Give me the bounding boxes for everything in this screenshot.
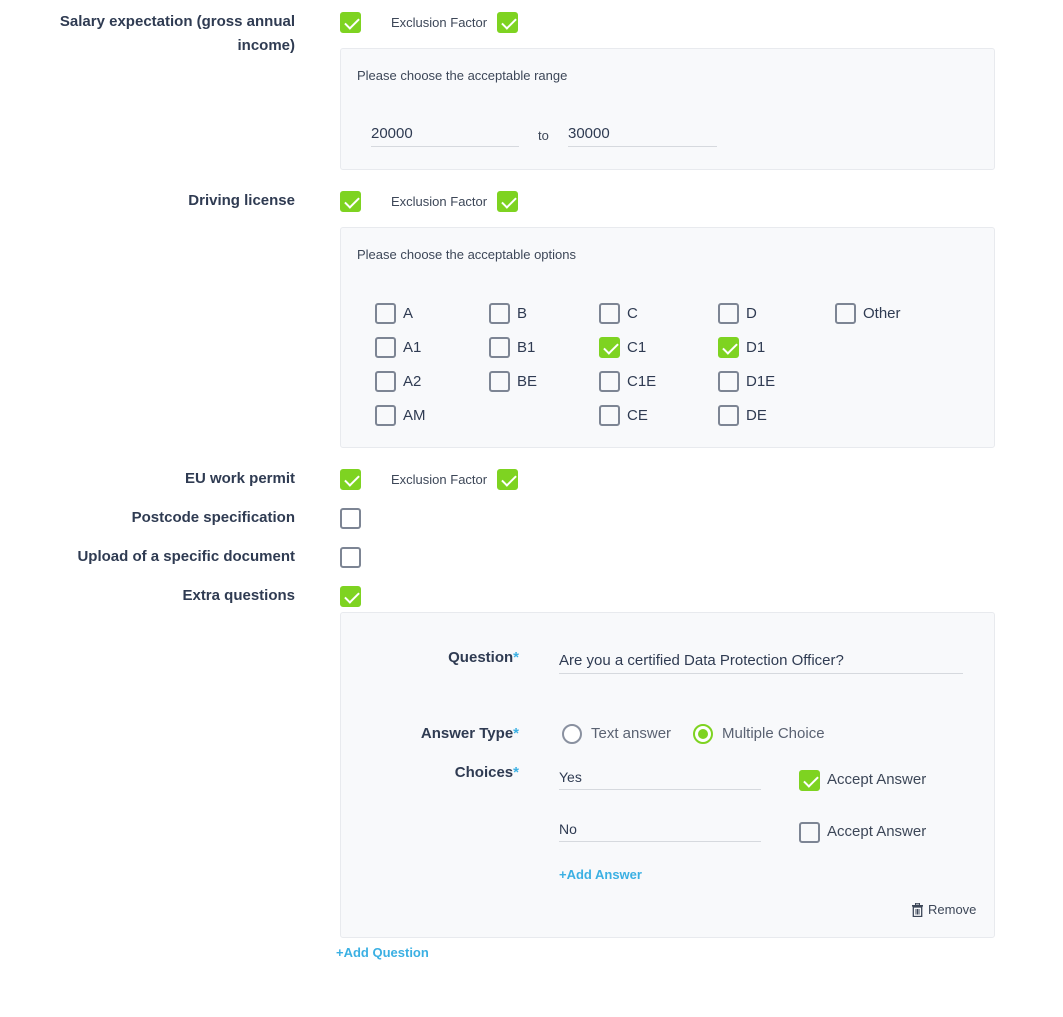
license-option-d1e-checkbox[interactable] [718, 371, 739, 392]
license-option-a2-label[interactable]: A2 [403, 372, 421, 392]
extra-question-panel: Question* Answer Type* Text answer Multi… [340, 612, 995, 938]
license-option-ce-label[interactable]: CE [627, 406, 648, 426]
choice-no-accept-checkbox[interactable] [799, 822, 820, 843]
driving-options-panel: Please choose the acceptable options A B C… [340, 227, 995, 448]
license-option-b1-checkbox[interactable] [489, 337, 510, 358]
answer-type-label: Answer Type* [420, 725, 519, 742]
eu-permit-label: EU work permit [184, 470, 295, 487]
answer-type-text-radio[interactable] [562, 724, 582, 744]
upload-label: Upload of a specific document [77, 548, 295, 565]
answer-type-text-label[interactable]: Text answer [591, 724, 671, 744]
choice-yes-accept-checkbox[interactable] [799, 770, 820, 791]
license-option-de-checkbox[interactable] [718, 405, 739, 426]
required-star: * [513, 649, 519, 666]
license-option-a-checkbox[interactable] [375, 303, 396, 324]
license-option-a2-checkbox[interactable] [375, 371, 396, 392]
question-label: Question* [448, 649, 519, 666]
question-input[interactable] [559, 648, 963, 674]
eu-permit-checkbox[interactable] [340, 469, 361, 490]
eu-permit-exclusion-checkbox[interactable] [497, 469, 518, 490]
license-option-am-checkbox[interactable] [375, 405, 396, 426]
postcode-label: Postcode specification [131, 509, 295, 526]
license-option-d-label[interactable]: D [746, 304, 757, 324]
license-option-d1e-label[interactable]: D1E [746, 372, 775, 392]
add-answer-link[interactable]: +Add Answer [559, 867, 642, 882]
license-option-d1-label[interactable]: D1 [746, 338, 765, 358]
license-option-c-checkbox[interactable] [599, 303, 620, 324]
license-option-other-label[interactable]: Other [863, 304, 901, 324]
license-option-c1e-label[interactable]: C1E [627, 372, 656, 392]
salary-label: Salary expectation (gross annual income) [59, 13, 295, 54]
license-option-be-label[interactable]: BE [517, 372, 537, 392]
license-option-be-checkbox[interactable] [489, 371, 510, 392]
license-option-a-label[interactable]: A [403, 304, 413, 324]
required-star: * [513, 764, 519, 781]
extra-questions-label: Extra questions [182, 587, 295, 604]
license-option-b-label[interactable]: B [517, 304, 527, 324]
driving-label: Driving license [188, 192, 295, 209]
license-option-c1-label[interactable]: C1 [627, 338, 646, 358]
eu-permit-exclusion-label: Exclusion Factor [391, 472, 488, 487]
choice-input-yes[interactable] [559, 764, 761, 790]
driving-exclusion-label: Exclusion Factor [391, 194, 488, 209]
extra-questions-checkbox[interactable] [340, 586, 361, 607]
salary-range-panel: Please choose the acceptable range to [340, 48, 995, 170]
upload-checkbox[interactable] [340, 547, 361, 568]
license-option-d-checkbox[interactable] [718, 303, 739, 324]
trash-icon [912, 902, 923, 917]
postcode-checkbox[interactable] [340, 508, 361, 529]
choice-input-no[interactable] [559, 816, 761, 842]
choice-no-accept-label: Accept Answer [827, 823, 927, 840]
license-option-de-label[interactable]: DE [746, 406, 767, 426]
license-option-other-checkbox[interactable] [835, 303, 856, 324]
license-option-ce-checkbox[interactable] [599, 405, 620, 426]
choice-yes-accept-label: Accept Answer [827, 771, 927, 788]
salary-checkbox[interactable] [340, 12, 361, 33]
salary-to-label: to [538, 128, 549, 143]
driving-checkbox[interactable] [340, 191, 361, 212]
license-option-c1-checkbox[interactable] [599, 337, 620, 358]
driving-exclusion-checkbox[interactable] [497, 191, 518, 212]
salary-range-hint: Please choose the acceptable range [357, 68, 568, 83]
answer-type-multiple-choice-label[interactable]: Multiple Choice [722, 724, 825, 744]
add-question-link[interactable]: +Add Question [336, 945, 429, 960]
license-option-am-label[interactable]: AM [403, 406, 426, 426]
license-option-d1-checkbox[interactable] [718, 337, 739, 358]
salary-from-input[interactable] [371, 121, 519, 147]
license-option-b-checkbox[interactable] [489, 303, 510, 324]
remove-label: Remove [928, 902, 977, 917]
salary-to-input[interactable] [568, 121, 717, 147]
remove-question-button[interactable]: Remove [911, 902, 976, 917]
salary-exclusion-checkbox[interactable] [497, 12, 518, 33]
driving-options-hint: Please choose the acceptable options [357, 247, 576, 262]
license-option-b1-label[interactable]: B1 [517, 338, 535, 358]
license-option-c1e-checkbox[interactable] [599, 371, 620, 392]
license-option-a1-label[interactable]: A1 [403, 338, 421, 358]
salary-exclusion-label: Exclusion Factor [391, 15, 488, 30]
choices-label: Choices* [454, 764, 519, 781]
license-option-a1-checkbox[interactable] [375, 337, 396, 358]
required-star: * [513, 725, 519, 742]
answer-type-multiple-choice-radio[interactable] [693, 724, 713, 744]
license-option-c-label[interactable]: C [627, 304, 638, 324]
